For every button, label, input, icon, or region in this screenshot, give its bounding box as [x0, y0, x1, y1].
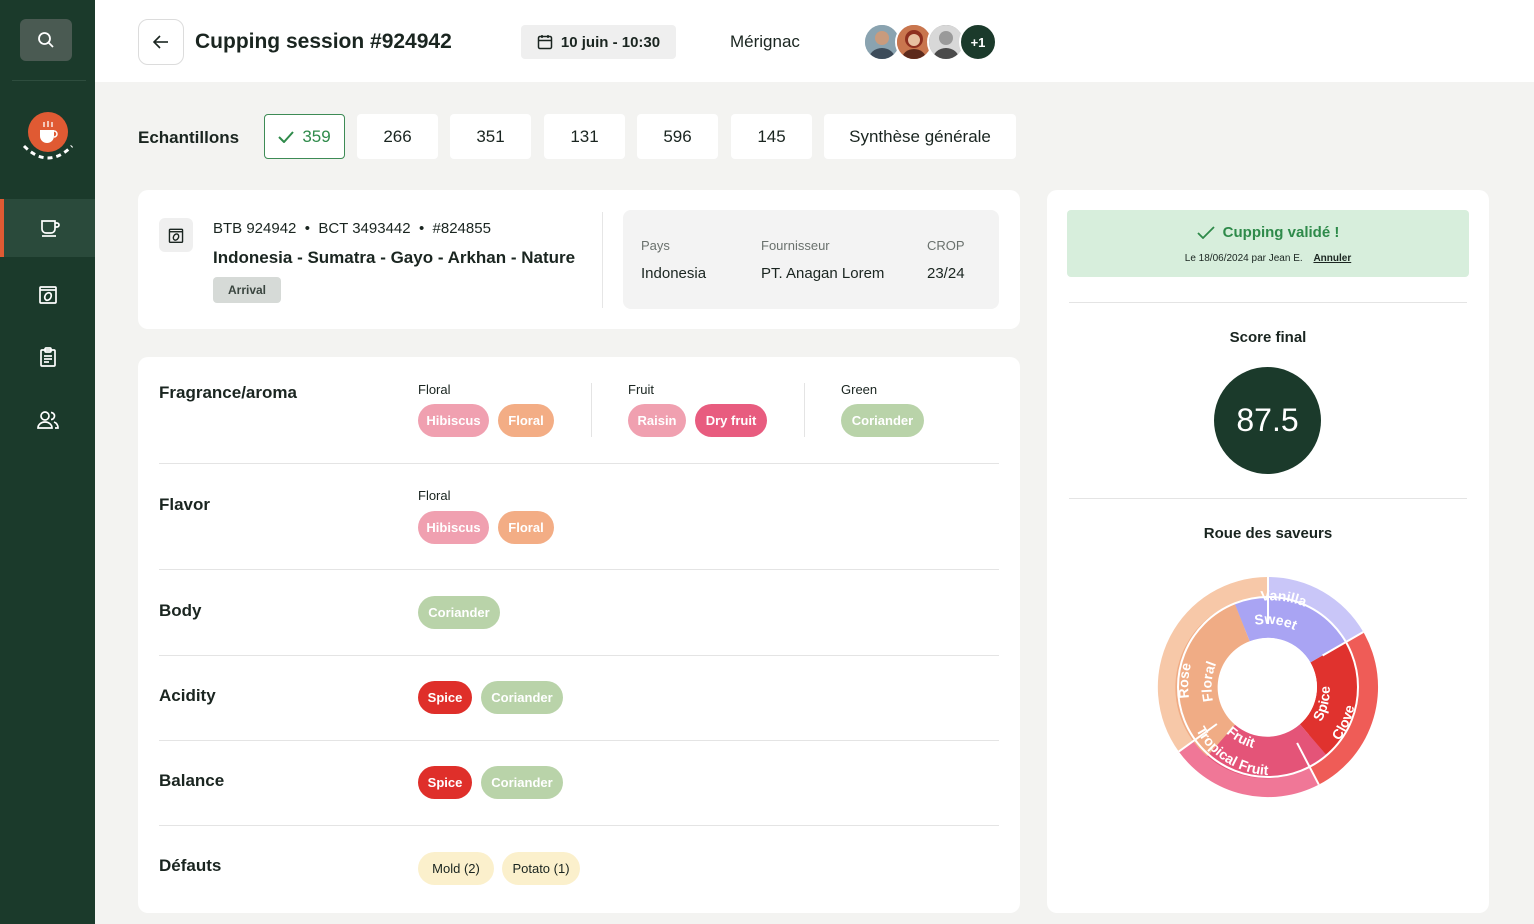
defect-pill[interactable]: Mold (2) — [418, 852, 494, 885]
logo-icon — [22, 112, 74, 160]
back-button[interactable] — [138, 19, 184, 65]
arrow-left-icon — [153, 35, 168, 49]
lot-info-card: BTB 924942 • BCT 3493442 • #824855 Indon… — [138, 190, 1020, 329]
clipboard-icon — [39, 347, 56, 367]
cancel-link[interactable]: Annuler — [1313, 253, 1351, 264]
lot-name: Indonesia - Sumatra - Gayo - Arkhan - Na… — [213, 248, 576, 267]
meta-value: PT. Anagan Lorem — [761, 265, 885, 282]
tab-sample-351[interactable]: 351 — [450, 114, 531, 159]
lot-meta: Pays Indonesia Fournisseur PT. Anagan Lo… — [623, 210, 999, 309]
tag-pill[interactable]: Floral — [498, 511, 554, 544]
meta-country: Pays Indonesia — [641, 238, 706, 282]
row-divider — [159, 825, 999, 826]
calendar-icon — [537, 35, 553, 50]
tab-sample-131[interactable]: 131 — [544, 114, 625, 159]
tab-sample-145[interactable]: 145 — [731, 114, 812, 159]
attr-acidity-label: Acidity — [159, 686, 216, 705]
attr-balance-label: Balance — [159, 771, 225, 790]
brand-logo[interactable] — [18, 108, 78, 170]
coffee-bag-icon — [38, 286, 57, 304]
person-photo — [929, 25, 963, 59]
tag-pill[interactable]: Coriander — [841, 404, 924, 437]
sidebar-divider — [12, 80, 86, 81]
person-photo — [865, 25, 899, 59]
group-label: Fruit — [628, 382, 654, 397]
tab-sample-596[interactable]: 596 — [637, 114, 718, 159]
tab-summary[interactable]: Synthèse générale — [824, 114, 1016, 159]
sidebar-item-cupping[interactable] — [0, 199, 95, 257]
meta-value: 23/24 — [927, 265, 965, 282]
wheel-label: Rose — [1175, 661, 1194, 699]
tab-label: 359 — [302, 126, 331, 146]
search-icon — [38, 32, 54, 48]
tag-pill[interactable]: Coriander — [481, 766, 563, 799]
validation-subtitle: Le 18/06/2024 par Jean E. Annuler — [1067, 253, 1469, 264]
group-label: Green — [841, 382, 878, 397]
card-divider — [602, 212, 603, 308]
final-score: 87.5 — [1214, 367, 1321, 474]
defect-pill[interactable]: Potato (1) — [502, 852, 580, 885]
row-divider — [159, 463, 999, 464]
score-label: Score final — [1229, 329, 1307, 346]
attr-defects-label: Défauts — [159, 856, 222, 875]
tag-pill[interactable]: Hibiscus — [418, 511, 489, 544]
validation-title: Cupping validé ! — [1067, 224, 1469, 241]
status-badge: Arrival — [213, 277, 281, 303]
group-label: Floral — [418, 382, 451, 397]
page-title: Cupping session #924942 — [195, 30, 452, 53]
sidebar-item-users[interactable] — [0, 391, 95, 449]
summary-panel: Cupping validé ! Le 18/06/2024 par Jean … — [1047, 190, 1489, 913]
check-icon — [278, 130, 295, 143]
sidebar — [0, 0, 95, 924]
samples-label: Echantillons — [138, 128, 240, 147]
session-location: Mérignac — [730, 32, 800, 51]
validation-meta: Le 18/06/2024 par Jean E. — [1184, 253, 1303, 264]
session-date[interactable]: 10 juin - 10:30 — [521, 25, 676, 59]
lot-references: BTB 924942 • BCT 3493442 • #824855 — [213, 220, 491, 237]
validation-title-text: Cupping validé ! — [1222, 224, 1340, 241]
tag-pill[interactable]: Coriander — [418, 596, 500, 629]
sidebar-item-samples[interactable] — [0, 265, 95, 323]
cupping-attributes: Fragrance/aroma Floral Hibiscus Floral F… — [138, 357, 1020, 913]
session-header: Cupping session #924942 10 juin - 10:30 … — [95, 0, 1534, 82]
meta-crop: CROP 23/24 — [927, 238, 965, 282]
tag-pill[interactable]: Spice — [418, 766, 472, 799]
check-icon — [1197, 226, 1215, 239]
attr-flavor-label: Flavor — [159, 495, 211, 514]
meta-value: Indonesia — [641, 265, 707, 282]
tag-pill[interactable]: Coriander — [481, 681, 563, 714]
tag-pill[interactable]: Dry fruit — [695, 404, 767, 437]
tab-sample-359[interactable]: 359 — [264, 114, 345, 159]
sidebar-item-reports[interactable] — [0, 328, 95, 386]
tag-pill[interactable]: Raisin — [628, 404, 686, 437]
coffee-bag-icon — [159, 218, 193, 252]
meta-label: Fournisseur — [761, 238, 830, 253]
tab-sample-266[interactable]: 266 — [357, 114, 438, 159]
row-divider — [159, 569, 999, 570]
wheel-title: Roue des saveurs — [1203, 525, 1333, 542]
search-button[interactable] — [20, 19, 72, 61]
tag-pill[interactable]: Floral — [498, 404, 554, 437]
meta-label: Pays — [641, 238, 670, 253]
attr-fragrance-label: Fragrance/aroma — [159, 383, 297, 402]
row-divider — [159, 655, 999, 656]
validation-banner: Cupping validé ! Le 18/06/2024 par Jean … — [1067, 210, 1469, 277]
person-photo — [897, 25, 931, 59]
tag-pill[interactable]: Hibiscus — [418, 404, 489, 437]
more-participants-badge[interactable]: +1 — [959, 23, 997, 61]
meta-supplier: Fournisseur PT. Anagan Lorem — [761, 238, 884, 282]
row-divider — [159, 740, 999, 741]
users-icon — [36, 411, 59, 429]
group-divider — [804, 383, 805, 437]
group-divider — [591, 383, 592, 437]
meta-label: CROP — [927, 238, 965, 253]
session-date-text: 10 juin - 10:30 — [560, 33, 661, 51]
attr-body-label: Body — [159, 601, 202, 620]
panel-divider — [1069, 302, 1467, 303]
panel-divider — [1069, 498, 1467, 499]
flavor-wheel: Vanilla Sweet Spice Clove Fruit Tropical… — [1157, 576, 1379, 798]
group-label: Floral — [418, 488, 451, 503]
coffee-cup-icon — [40, 220, 60, 237]
tag-pill[interactable]: Spice — [418, 681, 472, 714]
